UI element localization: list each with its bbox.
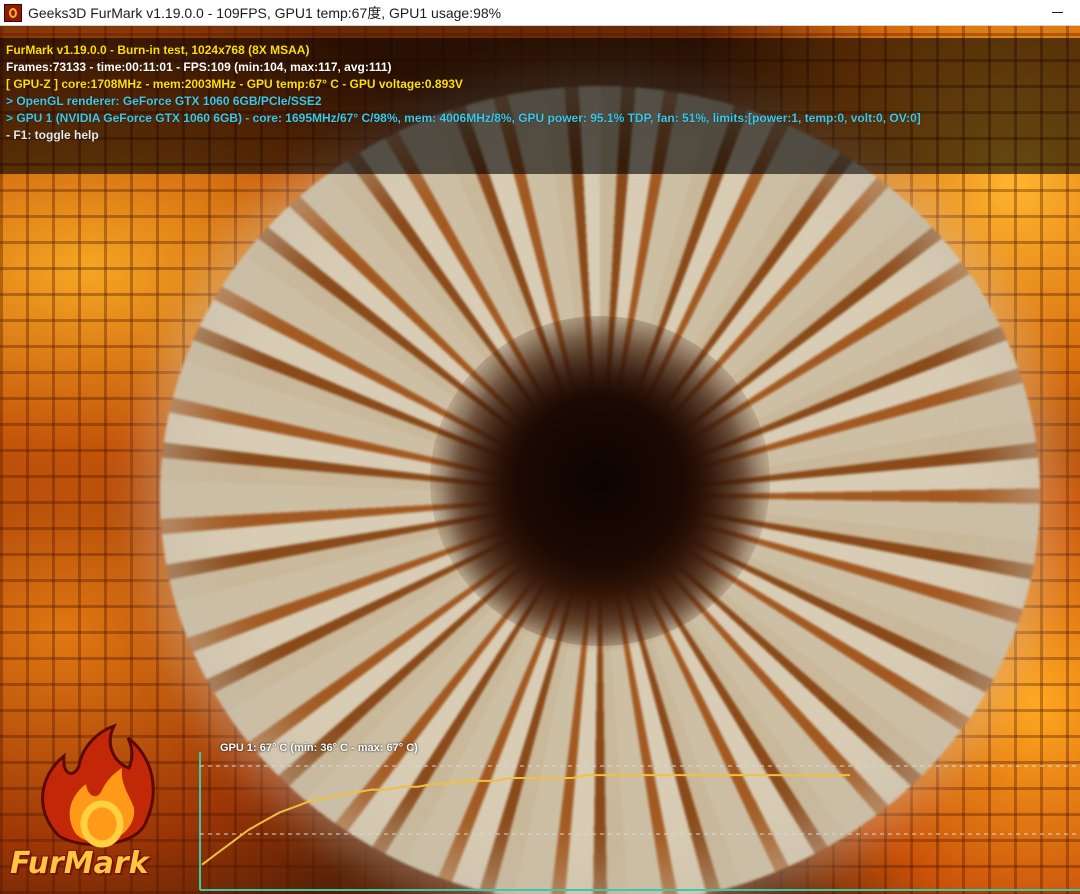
furmark-app-icon[interactable] — [4, 3, 22, 22]
temperature-series-line — [201, 774, 850, 866]
furmark-window: Geeks3D FurMark v1.19.0.0 - 109FPS, GPU1… — [0, 0, 1080, 894]
hud-gpu1-line: > GPU 1 (NVIDIA GeForce GTX 1060 6GB) - … — [6, 111, 921, 125]
furmark-logo: FurMark — [4, 716, 184, 894]
temperature-graph-label: GPU 1: 67° C (min: 36° C - max: 67° C) — [220, 742, 418, 754]
hud-title-line: FurMark v1.19.0.0 - Burn-in test, 1024x7… — [6, 43, 310, 57]
hud-frames-line: Frames:73133 - time:00:11:01 - FPS:109 (… — [6, 60, 392, 74]
minimize-icon — [1051, 12, 1063, 13]
title-bar[interactable]: Geeks3D FurMark v1.19.0.0 - 109FPS, GPU1… — [0, 0, 1080, 26]
render-viewport[interactable]: FurMark v1.19.0.0 - Burn-in test, 1024x7… — [0, 26, 1080, 894]
window-title: Geeks3D FurMark v1.19.0.0 - 109FPS, GPU1… — [28, 4, 502, 21]
furmark-logo-text: FurMark — [10, 846, 149, 881]
hud-help-line: - F1: toggle help — [6, 128, 99, 142]
minimize-button[interactable] — [1034, 0, 1080, 26]
hud-overlay: FurMark v1.19.0.0 - Burn-in test, 1024x7… — [0, 38, 1080, 174]
window-controls — [1034, 0, 1080, 26]
fur-donut-core — [430, 316, 770, 646]
hud-renderer-line: > OpenGL renderer: GeForce GTX 1060 6GB/… — [6, 94, 322, 108]
hud-gpuz-line: [ GPU-Z ] core:1708MHz - mem:2003MHz - G… — [6, 77, 463, 91]
